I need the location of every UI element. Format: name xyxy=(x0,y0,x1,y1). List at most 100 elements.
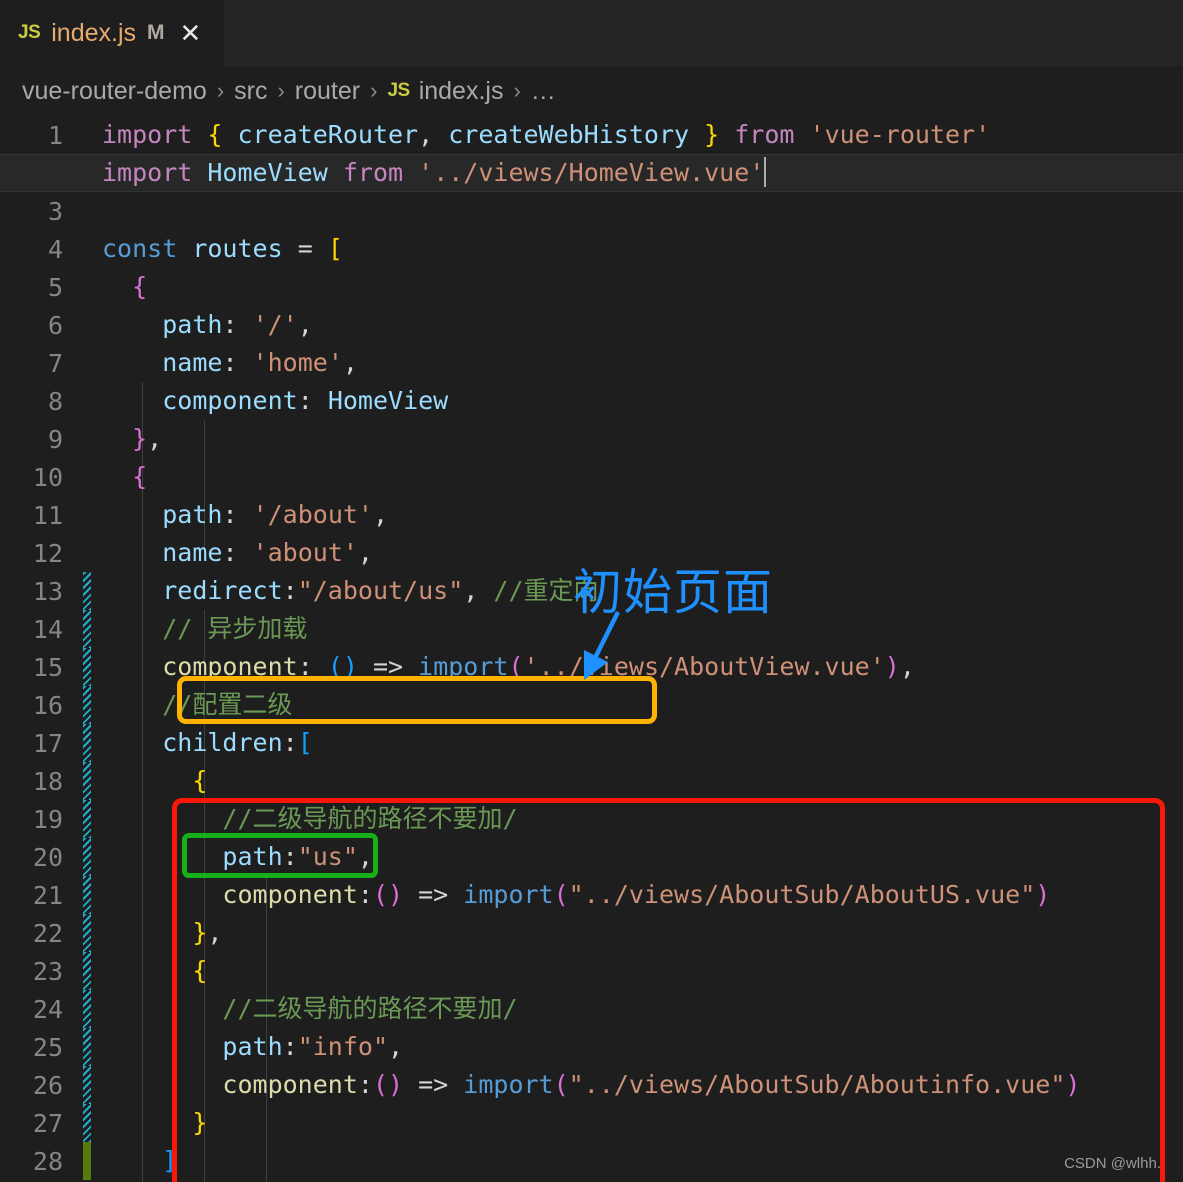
watermark: CSDN @wlhh. xyxy=(1064,1155,1161,1172)
code-line: 9 }, xyxy=(0,420,1183,458)
line-number: 13 xyxy=(32,576,63,606)
code-line: 14 // 异步加载 xyxy=(0,610,1183,648)
code-line: 24 //二级导航的路径不要加/ xyxy=(0,990,1183,1028)
line-content: path: '/about', xyxy=(162,500,389,529)
gutter-marker-modified[interactable] xyxy=(80,1104,102,1142)
tab-index-js[interactable]: JS index.js M ✕ xyxy=(0,0,224,66)
line-content: { xyxy=(192,766,208,795)
code-line: 28 ] xyxy=(0,1142,1183,1180)
gutter-marker-modified[interactable] xyxy=(80,648,102,686)
line-content: name: 'about', xyxy=(162,538,373,567)
line-number: 19 xyxy=(32,804,63,834)
line-number: 17 xyxy=(32,728,63,758)
line-number: 3 xyxy=(47,196,63,226)
gutter-marker-modified[interactable] xyxy=(80,952,102,990)
line-number: 11 xyxy=(32,500,63,530)
code-line: 27 } xyxy=(0,1104,1183,1142)
line-content: // 异步加载 xyxy=(162,614,308,643)
line-content: path: '/', xyxy=(162,310,313,339)
code-line: 5 { xyxy=(0,268,1183,306)
line-content: //二级导航的路径不要加/ xyxy=(222,804,518,833)
line-number: 20 xyxy=(32,842,63,872)
gutter-marker-modified[interactable] xyxy=(80,762,102,800)
line-number: 5 xyxy=(47,272,63,302)
gutter-marker xyxy=(80,420,102,458)
text-caret xyxy=(764,157,767,187)
line-content: }, xyxy=(192,918,223,947)
code-line: 3 xyxy=(0,192,1183,230)
line-content: import { createRouter, createWebHistory … xyxy=(102,120,991,149)
tab-bar-empty-space xyxy=(224,0,1183,66)
gutter-marker-modified[interactable] xyxy=(80,686,102,724)
line-number: 27 xyxy=(32,1108,63,1138)
code-line: 13 redirect:"/about/us", //重定向 xyxy=(0,572,1183,610)
code-line: 6 path: '/', xyxy=(0,306,1183,344)
code-line: 4 const routes = [ xyxy=(0,230,1183,268)
code-line: 25 path:"info", xyxy=(0,1028,1183,1066)
line-number: 25 xyxy=(32,1032,63,1062)
line-content: } xyxy=(192,1108,208,1137)
breadcrumb-item-file[interactable]: index.js xyxy=(419,77,504,106)
code-line: 18 { xyxy=(0,762,1183,800)
line-content: redirect:"/about/us", //重定向 xyxy=(162,576,599,605)
line-number: 4 xyxy=(47,234,63,264)
chevron-right-icon: › xyxy=(370,78,378,103)
breadcrumb-item-project[interactable]: vue-router-demo xyxy=(22,77,207,106)
gutter-marker xyxy=(80,382,102,420)
code-line: 20 path:"us", xyxy=(0,838,1183,876)
js-file-icon: JS xyxy=(387,80,410,101)
tab-filename: index.js xyxy=(51,18,137,47)
code-line: 16 //配置二级 xyxy=(0,686,1183,724)
gutter-marker-added[interactable] xyxy=(80,1142,102,1180)
gutter-marker xyxy=(80,306,102,344)
line-content: //配置二级 xyxy=(162,690,293,719)
line-number: 7 xyxy=(47,348,63,378)
gutter-marker-modified[interactable] xyxy=(80,1066,102,1104)
chevron-right-icon: › xyxy=(277,78,285,103)
line-content: component: () => import('../views/AboutV… xyxy=(162,652,915,681)
code-line-current: 2 import HomeView from '../views/HomeVie… xyxy=(0,154,1183,192)
breadcrumb: vue-router-demo › src › router › JS inde… xyxy=(0,66,1183,116)
code-line: 26 component:() => import("../views/Abou… xyxy=(0,1066,1183,1104)
line-number: 8 xyxy=(47,386,63,416)
line-content: children:[ xyxy=(162,728,313,757)
gutter-marker-modified[interactable] xyxy=(80,610,102,648)
code-line: 21 component:() => import("../views/Abou… xyxy=(0,876,1183,914)
gutter-marker-modified[interactable] xyxy=(80,914,102,952)
line-number: 12 xyxy=(32,538,63,568)
line-content: import HomeView from '../views/HomeView.… xyxy=(102,157,767,187)
breadcrumb-item-symbols[interactable]: … xyxy=(531,77,556,106)
gutter-marker xyxy=(80,496,102,534)
code-editor[interactable]: 1 import { createRouter, createWebHistor… xyxy=(0,116,1183,1182)
gutter-marker-modified[interactable] xyxy=(80,876,102,914)
code-line: 15 component: () => import('../views/Abo… xyxy=(0,648,1183,686)
line-number: 23 xyxy=(32,956,63,986)
close-icon[interactable]: ✕ xyxy=(180,20,202,46)
code-line: 1 import { createRouter, createWebHistor… xyxy=(0,116,1183,154)
line-content: path:"us", xyxy=(222,842,373,871)
line-content: const routes = [ xyxy=(102,234,343,263)
gutter-marker-modified[interactable] xyxy=(80,800,102,838)
chevron-right-icon: › xyxy=(216,78,225,103)
js-file-icon: JS xyxy=(18,22,41,43)
breadcrumb-item-src[interactable]: src xyxy=(234,77,267,106)
gutter-marker-modified[interactable] xyxy=(80,990,102,1028)
line-number: 6 xyxy=(47,310,63,340)
line-number: 22 xyxy=(32,918,63,948)
gutter-marker-modified[interactable] xyxy=(80,1028,102,1066)
gutter-marker-modified[interactable] xyxy=(80,724,102,762)
tab-modified-badge: M xyxy=(147,21,165,44)
gutter-marker-modified[interactable] xyxy=(80,838,102,876)
code-lines[interactable]: 1 import { createRouter, createWebHistor… xyxy=(0,116,1183,1180)
line-content: component: HomeView xyxy=(162,386,449,415)
line-number: 26 xyxy=(32,1070,63,1100)
line-content: //二级导航的路径不要加/ xyxy=(222,994,518,1023)
line-content: { xyxy=(132,272,148,301)
editor-tab-bar: JS index.js M ✕ xyxy=(0,0,1183,66)
breadcrumb-item-router[interactable]: router xyxy=(295,77,360,106)
line-number: 9 xyxy=(47,424,63,454)
code-line: 23 { xyxy=(0,952,1183,990)
gutter-marker-modified[interactable] xyxy=(80,572,102,610)
code-line: 19 //二级导航的路径不要加/ xyxy=(0,800,1183,838)
chevron-right-icon: › xyxy=(513,78,521,103)
